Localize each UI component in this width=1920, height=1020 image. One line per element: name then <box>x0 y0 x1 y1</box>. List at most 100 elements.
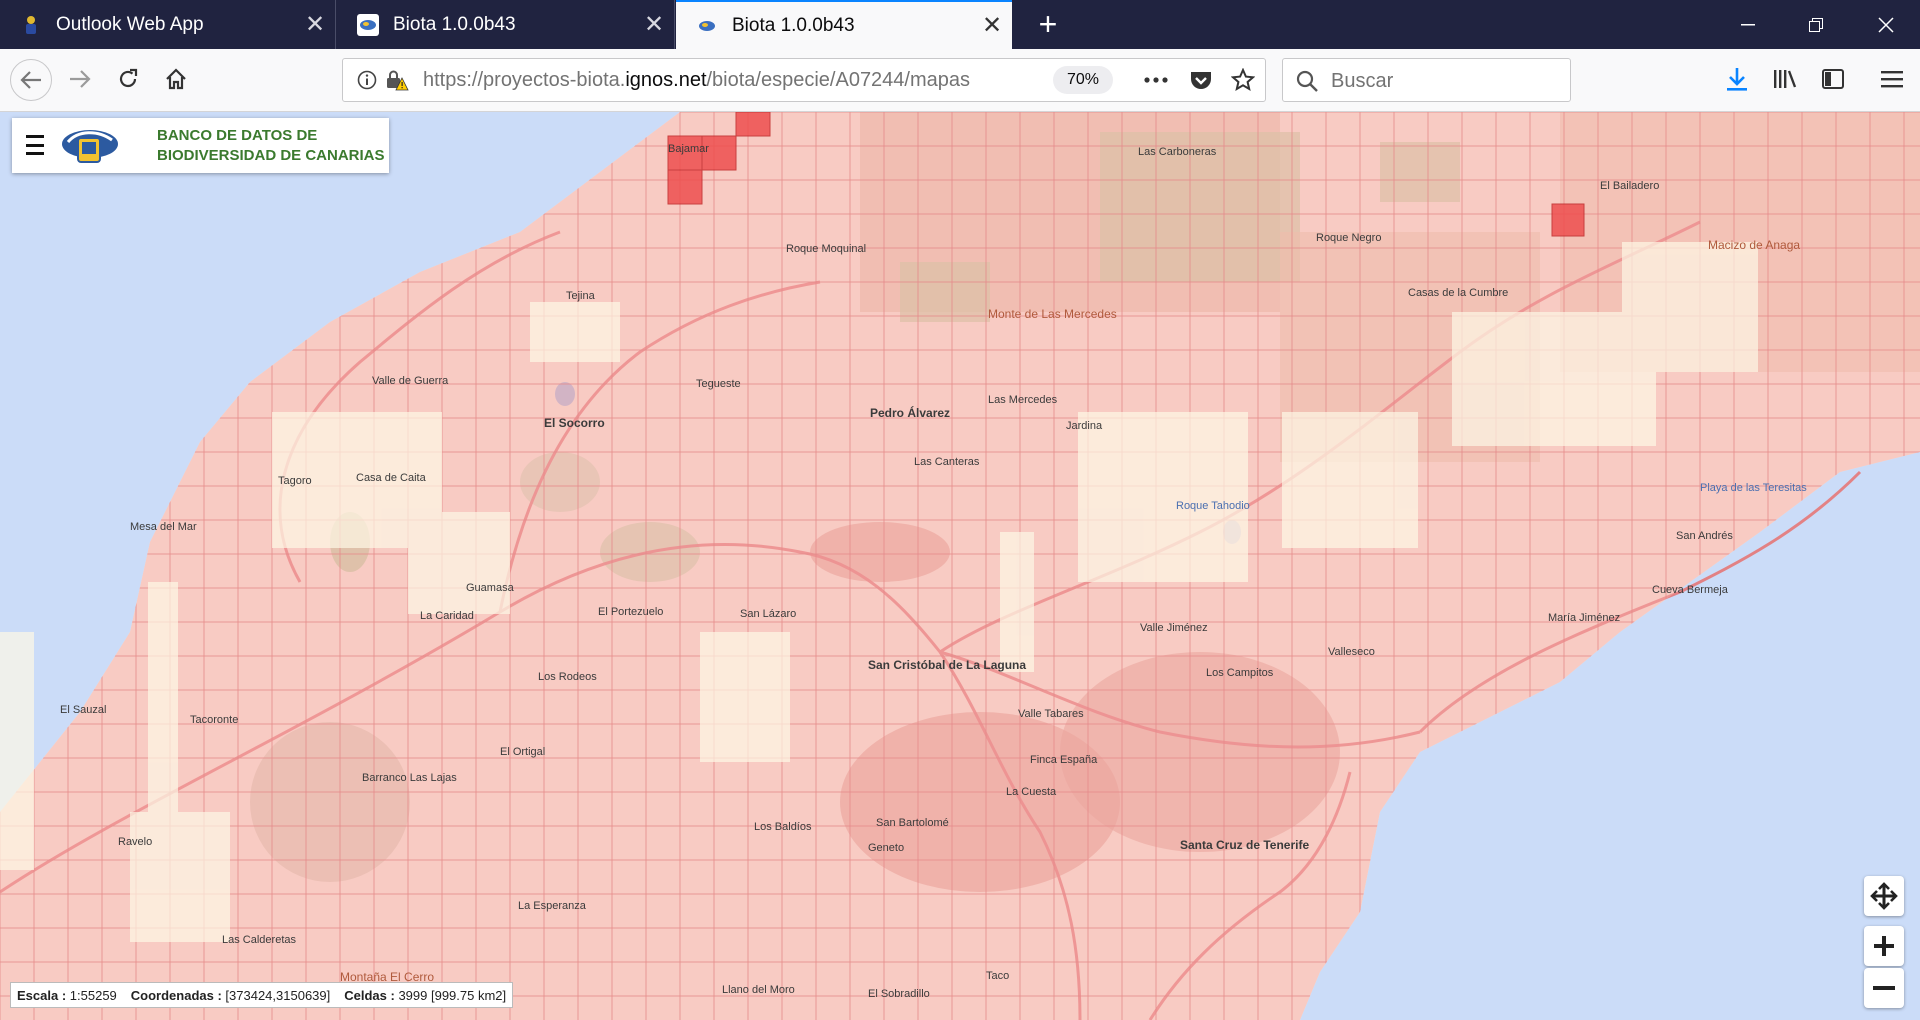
coords-readout: Coordenadas : [373424,3150639] <box>131 988 330 1003</box>
zoom-indicator[interactable]: 70% <box>1053 66 1113 94</box>
cells-readout: Celdas : 3999 [999.75 km2] <box>344 988 506 1003</box>
forward-button[interactable] <box>60 59 100 99</box>
map-label: María Jiménez <box>1548 612 1621 624</box>
map-label: Tegueste <box>696 378 741 390</box>
map-label: El Socorro <box>544 416 605 430</box>
map-label: San Bartolomé <box>876 817 949 829</box>
map-label: Cueva Bermeja <box>1652 584 1728 596</box>
map-label: Tacoronte <box>190 714 239 726</box>
map-label: La Caridad <box>420 610 474 622</box>
zoom-in-button[interactable] <box>1864 926 1904 966</box>
map-label: Monte de Las Mercedes <box>988 307 1117 321</box>
navigation-toolbar: https://proyectos-biota.ignos.net/biota/… <box>0 49 1920 112</box>
url-bar[interactable]: https://proyectos-biota.ignos.net/biota/… <box>342 58 1266 102</box>
pan-button[interactable] <box>1864 876 1904 916</box>
map-label: Valle Jiménez <box>1140 622 1208 634</box>
coords-value: [373424,3150639] <box>225 987 331 1003</box>
canarias-logo-icon <box>60 124 120 173</box>
map-label: Las Carboneras <box>1138 146 1217 158</box>
tab-bar: Outlook Web App ✕ Biota 1.0.0b43 ✕ Biota… <box>0 0 1920 49</box>
move-arrows-icon <box>1870 882 1898 910</box>
search-icon <box>1295 69 1319 98</box>
biota-favicon-icon <box>357 13 379 36</box>
map-label: Playa de las Teresitas <box>1700 482 1807 494</box>
map-label: Geneto <box>868 842 905 854</box>
map-label: Casa de Caita <box>356 472 426 484</box>
new-tab-button[interactable]: + <box>1022 0 1074 49</box>
map-status-bar: Escala : 1:55259 Coordenadas : [373424,3… <box>10 982 514 1008</box>
sidebar-button[interactable] <box>1813 59 1853 99</box>
arrow-right-icon <box>70 70 91 88</box>
map-label: Pedro Álvarez <box>870 406 951 420</box>
map-label: Valle de Guerra <box>372 375 449 387</box>
download-arrow-icon <box>1727 68 1747 91</box>
minimize-button[interactable] <box>1714 0 1782 49</box>
app-menu-icon[interactable] <box>26 135 44 155</box>
map-label: San Cristóbal de La Laguna <box>868 658 1027 672</box>
zoom-out-button[interactable] <box>1864 968 1904 1008</box>
map-label: El Ortigal <box>500 746 546 758</box>
map-label: Bajamar <box>668 143 709 155</box>
app-title-line2: BIODIVERSIDAD DE CANARIAS <box>157 147 385 164</box>
close-window-button[interactable] <box>1852 0 1920 49</box>
downloads-button[interactable] <box>1717 59 1757 99</box>
home-button[interactable] <box>156 59 196 99</box>
close-tab-icon[interactable]: ✕ <box>634 10 674 39</box>
home-icon <box>166 68 186 90</box>
app-header-panel: BANCO DE DATOS DE BIODIVERSIDAD DE CANAR… <box>12 118 389 173</box>
info-icon[interactable] <box>357 70 377 95</box>
map-label: Las Canteras <box>914 456 980 468</box>
map-label: El Portezuelo <box>598 606 664 618</box>
map-label: Santa Cruz de Tenerife <box>1180 838 1310 852</box>
map-label: Casas de la Cumbre <box>1408 287 1509 299</box>
scale-value: 1:55259 <box>69 987 117 1003</box>
hamburger-icon <box>1881 71 1903 88</box>
library-icon <box>1774 70 1797 88</box>
map-label: El Sauzal <box>60 704 107 716</box>
map-label: La Esperanza <box>518 900 586 912</box>
map-label: Tagoro <box>278 475 312 487</box>
map-label: Taco <box>986 970 1010 982</box>
minus-icon <box>1873 986 1895 990</box>
map-label: Barranco Las Lajas <box>362 772 457 784</box>
tab-outlook[interactable]: Outlook Web App ✕ <box>0 0 336 49</box>
tab-biota-1[interactable]: Biota 1.0.0b43 ✕ <box>337 0 675 49</box>
pocket-icon[interactable] <box>1189 69 1213 96</box>
bookmark-star-icon[interactable] <box>1230 67 1256 97</box>
outlook-favicon-icon <box>20 14 42 36</box>
map-label: Los Baldíos <box>754 821 812 833</box>
map-label: San Lázaro <box>740 608 797 620</box>
library-button[interactable] <box>1765 59 1805 99</box>
map-label: Jardina <box>1066 420 1103 432</box>
map-label: Llano del Moro <box>722 984 795 996</box>
map-label: Los Campitos <box>1206 667 1274 679</box>
menu-button[interactable] <box>1872 59 1912 99</box>
tab-biota-2[interactable]: Biota 1.0.0b43 ✕ <box>676 0 1012 49</box>
url-path: /biota/especie/A07244/mapas <box>706 69 971 91</box>
more-actions-icon[interactable] <box>1143 70 1169 95</box>
lock-warning-icon[interactable] <box>385 69 409 96</box>
scale-readout: Escala : 1:55259 <box>17 988 117 1003</box>
search-input[interactable] <box>1329 67 1563 95</box>
close-tab-icon[interactable]: ✕ <box>972 11 1012 40</box>
url-prefix: https://proyectos-biota. <box>423 69 626 91</box>
restore-button[interactable] <box>1782 0 1850 49</box>
map-label: San Andrés <box>1676 530 1733 542</box>
search-bar[interactable] <box>1282 58 1571 102</box>
map-label: Valleseco <box>1328 646 1375 658</box>
url-fade <box>983 59 1043 101</box>
map-label: Mesa del Mar <box>130 521 197 533</box>
map-label: La Cuesta <box>1006 786 1057 798</box>
reload-button[interactable] <box>108 59 148 99</box>
url-text: https://proyectos-biota.ignos.net/biota/… <box>423 59 970 101</box>
sidebar-icon <box>1822 69 1844 89</box>
close-tab-icon[interactable]: ✕ <box>295 10 335 39</box>
map-label: Ravelo <box>118 836 153 848</box>
tab-title: Biota 1.0.0b43 <box>732 14 855 36</box>
map-canvas[interactable] <box>0 112 1920 1020</box>
back-button[interactable] <box>10 59 52 101</box>
reload-icon <box>119 68 138 88</box>
map-layer[interactable] <box>0 112 1920 1020</box>
scale-label: Escala : <box>17 987 67 1003</box>
arrow-left-icon <box>20 71 41 89</box>
